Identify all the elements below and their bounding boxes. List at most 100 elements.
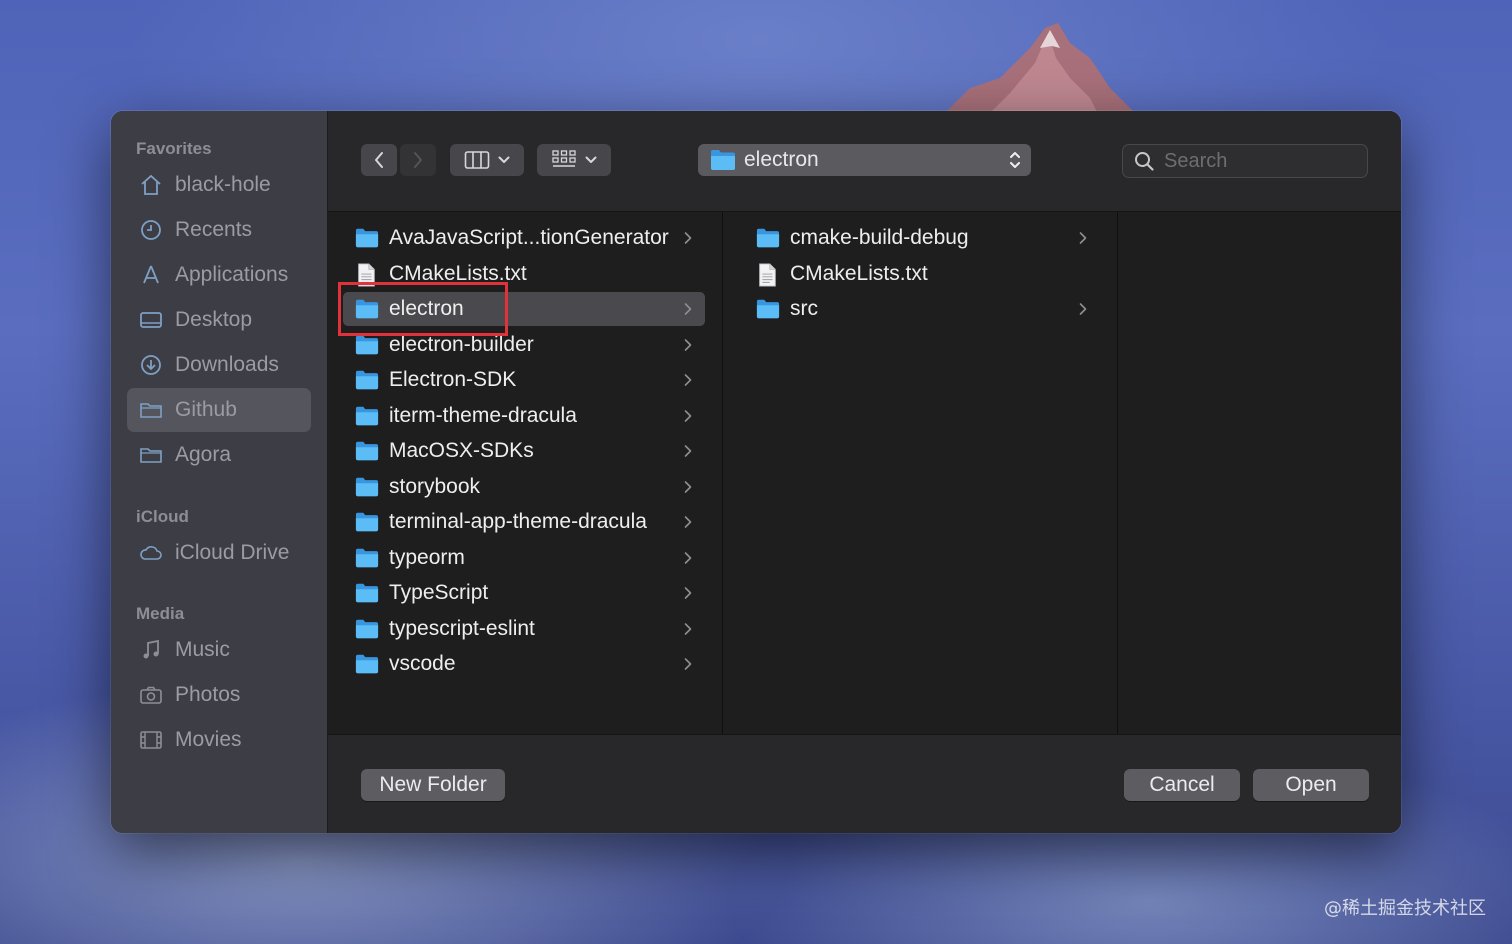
camera-icon [139, 683, 163, 707]
folder-icon [355, 227, 379, 249]
folder-row[interactable]: cmake-build-debug [744, 221, 1100, 255]
folder-row[interactable]: MacOSX-SDKs [343, 434, 705, 468]
folder-icon [355, 298, 379, 320]
chevron-right-icon [683, 231, 693, 245]
sidebar-item-label: Desktop [175, 308, 253, 331]
folder-row[interactable]: iterm-theme-dracula [343, 399, 705, 433]
chevron-left-icon [375, 152, 383, 168]
music-icon [139, 638, 163, 662]
column-1: AvaJavaScript...tionGenerator CMakeLists.… [328, 212, 723, 734]
sidebar-item-photos[interactable]: Photos [127, 673, 311, 717]
view-mode-button[interactable] [450, 144, 524, 176]
chevron-down-icon [585, 156, 597, 163]
chevron-right-icon [683, 409, 693, 423]
sidebar: Favorites black-hole Recents Application… [111, 111, 328, 833]
mountain-peak-image [940, 23, 1140, 118]
chevron-right-icon [683, 444, 693, 458]
sidebar-section-icloud: iCloud [136, 507, 189, 526]
sidebar-item-label: Downloads [175, 353, 279, 376]
row-label: CMakeLists.txt [790, 261, 928, 285]
sidebar-item-label: Github [175, 398, 237, 421]
browser-area: electron AvaJavaScript...tionGenerator CM… [328, 111, 1401, 833]
row-label: AvaJavaScript...tionGenerator [389, 226, 669, 249]
new-folder-button[interactable]: New Folder [361, 769, 505, 801]
bottom-bar: New Folder Cancel Open [328, 734, 1401, 833]
chevron-right-icon [683, 622, 693, 636]
sidebar-item-icloud-drive[interactable]: iCloud Drive [127, 531, 311, 575]
document-icon [355, 262, 379, 287]
row-label: TypeScript [389, 581, 489, 604]
chevron-down-icon [498, 156, 510, 163]
file-row[interactable]: CMakeLists.txt [744, 257, 1100, 291]
cancel-button[interactable]: Cancel [1124, 769, 1240, 801]
folder-icon [756, 298, 780, 320]
row-label: MacOSX-SDKs [389, 439, 534, 462]
folder-row[interactable]: TypeScript [343, 576, 705, 610]
folder-row[interactable]: storybook [343, 470, 705, 504]
row-label: storybook [389, 474, 481, 498]
folder-icon [355, 511, 379, 533]
chevron-right-icon [683, 657, 693, 671]
sidebar-item-music[interactable]: Music [127, 628, 311, 672]
folder-row[interactable]: electron-builder [343, 328, 705, 362]
up-down-chevron-icon [1010, 152, 1020, 168]
folder-icon [139, 443, 163, 467]
location-popup[interactable]: electron [698, 144, 1031, 176]
sidebar-item-agora[interactable]: Agora [127, 433, 311, 477]
open-button[interactable]: Open [1253, 769, 1369, 801]
forward-button[interactable] [400, 144, 436, 176]
chevron-right-icon [683, 302, 693, 316]
chevron-right-icon [1078, 302, 1088, 316]
chevron-right-icon [414, 152, 422, 168]
row-label: vscode [389, 652, 456, 675]
folder-row[interactable]: typeorm [343, 541, 705, 575]
cloud-icon [139, 541, 163, 565]
search-icon [1135, 152, 1154, 171]
row-label: terminal-app-theme-dracula [389, 510, 647, 533]
sidebar-item-recents[interactable]: Recents [127, 208, 311, 252]
sidebar-item-movies[interactable]: Movies [127, 718, 311, 762]
folder-row[interactable]: AvaJavaScript...tionGenerator [343, 221, 705, 255]
folder-icon [355, 405, 379, 427]
column-2: cmake-build-debug CMakeLists.txt src [723, 212, 1118, 734]
sidebar-item-label: Photos [175, 683, 241, 706]
sidebar-item-github[interactable]: Github [127, 388, 311, 432]
sidebar-item-label: iCloud Drive [175, 541, 290, 564]
chevron-right-icon [683, 338, 693, 352]
sidebar-section-media: Media [136, 604, 185, 623]
row-label: Electron-SDK [389, 368, 517, 391]
folder-row[interactable]: electron [343, 292, 705, 326]
sidebar-item-downloads[interactable]: Downloads [127, 343, 311, 387]
folder-icon [711, 150, 735, 170]
chevron-right-icon [683, 515, 693, 529]
folder-row[interactable]: typescript-eslint [343, 612, 705, 646]
download-icon [139, 353, 163, 377]
row-label: electron-builder [389, 332, 534, 356]
open-file-dialog: Favorites black-hole Recents Application… [111, 111, 1401, 833]
back-button[interactable] [361, 144, 397, 176]
sidebar-item-label: Movies [175, 728, 242, 751]
sidebar-item-desktop[interactable]: Desktop [127, 298, 311, 342]
chevron-right-icon [1078, 231, 1088, 245]
applications-icon [139, 263, 163, 287]
sidebar-item-applications[interactable]: Applications [127, 253, 311, 297]
sidebar-item-label: black-hole [175, 173, 271, 196]
sidebar-item-black-hole[interactable]: black-hole [127, 163, 311, 207]
search-field[interactable] [1122, 144, 1368, 178]
search-input[interactable] [1162, 148, 1356, 174]
group-by-button[interactable] [537, 144, 611, 176]
folder-icon [355, 369, 379, 391]
folder-icon [355, 618, 379, 640]
folder-row[interactable]: vscode [343, 647, 705, 681]
desktop-icon [139, 308, 163, 332]
folder-row[interactable]: src [744, 292, 1100, 326]
chevron-right-icon [683, 551, 693, 565]
file-row[interactable]: CMakeLists.txt [343, 257, 705, 291]
toolbar: electron [328, 111, 1401, 212]
row-label: typescript-eslint [389, 616, 535, 640]
folder-icon [139, 398, 163, 422]
row-label: iterm-theme-dracula [389, 403, 577, 427]
folder-row[interactable]: Electron-SDK [343, 363, 705, 397]
folder-row[interactable]: terminal-app-theme-dracula [343, 505, 705, 539]
row-label: cmake-build-debug [790, 226, 969, 249]
